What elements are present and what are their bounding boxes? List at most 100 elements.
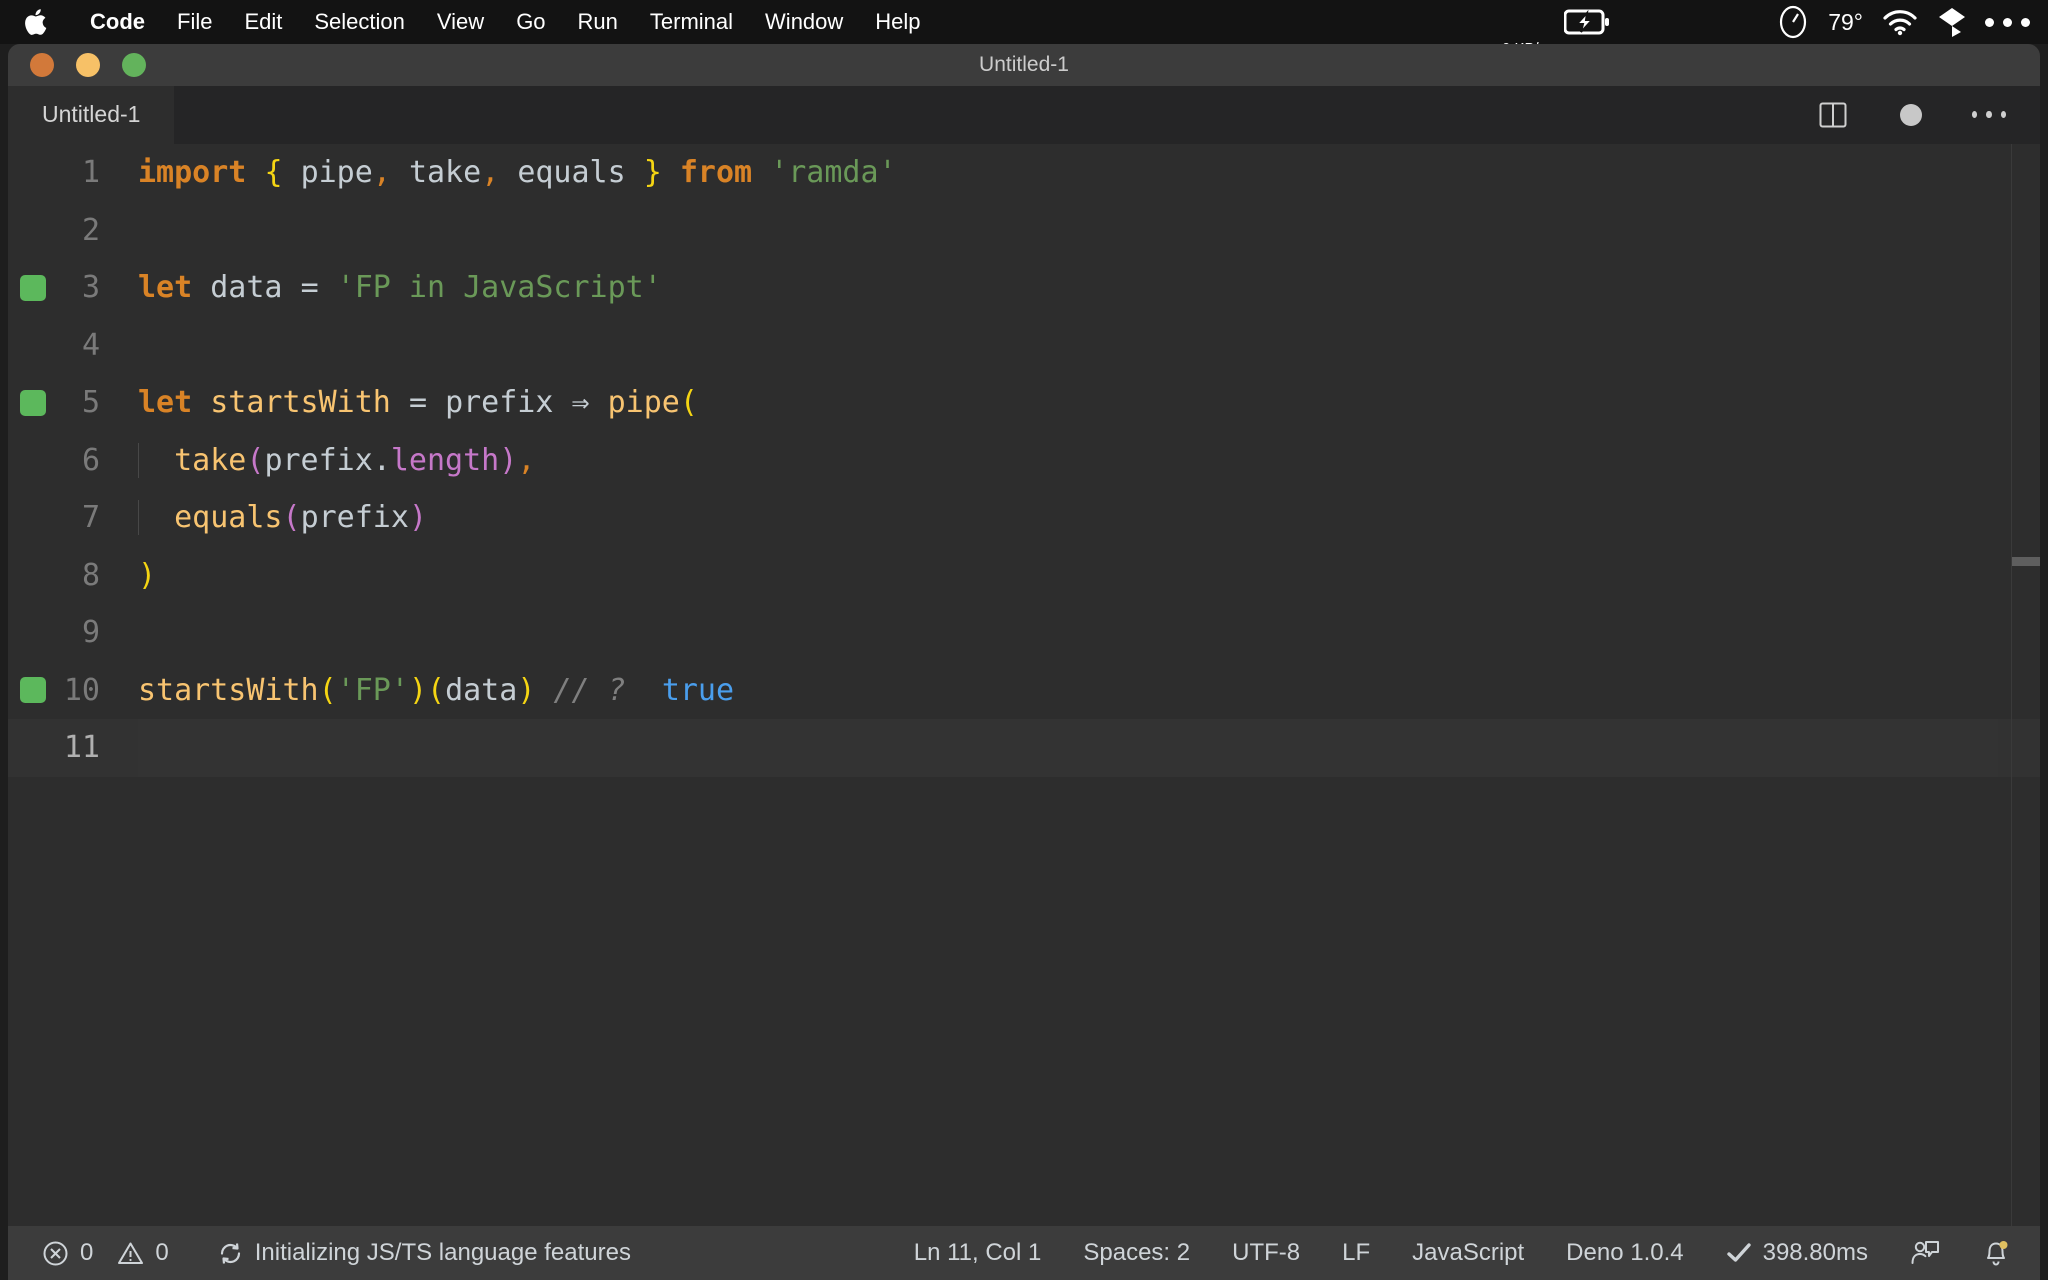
code-line[interactable]: 2 — [8, 202, 2040, 260]
menu-item-go[interactable]: Go — [500, 0, 561, 44]
menu-item-run[interactable]: Run — [562, 0, 634, 44]
menu-item-file[interactable]: File — [161, 0, 228, 44]
code-line[interactable]: 9 — [8, 604, 2040, 662]
code-line-current[interactable]: 11 — [8, 719, 2040, 777]
token-boolean-true: true — [661, 672, 735, 708]
token-paren-close: ) — [499, 442, 518, 478]
status-feedback[interactable] — [1910, 1238, 1940, 1268]
code-line[interactable]: 7 equals(prefix) — [8, 489, 2040, 547]
status-encoding[interactable]: UTF-8 — [1232, 1239, 1300, 1267]
battery-charging-icon[interactable] — [1564, 8, 1610, 36]
token-paren-open: ( — [427, 672, 446, 708]
split-editor-icon[interactable] — [1816, 98, 1850, 132]
code-line[interactable]: 1 import { pipe, take, equals } from 'ra… — [8, 144, 2040, 202]
token-operator-assign: = — [300, 270, 319, 306]
token-paren-open: ( — [282, 500, 301, 536]
vscode-window: Untitled-1 Untitled-1 1 import {pipe, t… — [8, 44, 2040, 1280]
token-operator-assign: = — [408, 385, 427, 421]
wifi-icon[interactable] — [1881, 8, 1919, 36]
status-bar-left: 0 0 Initializing JS/TS language features — [8, 1239, 631, 1267]
token-paren-close: ) — [408, 500, 427, 536]
window-title-bar: Untitled-1 — [8, 44, 2040, 86]
token-paren-open: ( — [679, 385, 698, 421]
token-import-equals: equals — [517, 155, 626, 191]
gutter-change-marker — [20, 389, 46, 416]
line-number: 8 — [81, 557, 100, 593]
status-task-progress[interactable]: Initializing JS/TS language features — [217, 1239, 631, 1267]
line-number: 1 — [81, 155, 100, 191]
token-arg-data: data — [445, 672, 518, 708]
token-paren-open: ( — [318, 672, 337, 708]
code-line[interactable]: 10 startsWith('FP')(data) // ? true — [8, 662, 2040, 720]
line-number: 6 — [81, 442, 100, 478]
tab-untitled-1[interactable]: Untitled-1 — [8, 85, 175, 144]
status-indentation[interactable]: Spaces: 2 — [1083, 1239, 1190, 1267]
token-arg-prefix: prefix — [264, 442, 373, 478]
code-line-text: ) — [138, 558, 156, 593]
token-paren-close: ) — [408, 672, 427, 708]
token-comma: , — [517, 442, 536, 478]
apple-logo-icon[interactable] — [22, 7, 48, 37]
current-line-highlight — [138, 719, 1998, 777]
code-line[interactable]: 5 let startsWith = prefix ⇒ pipe( — [8, 374, 2040, 432]
line-number: 11 — [63, 730, 100, 766]
status-runtime-version[interactable]: Deno 1.0.4 — [1566, 1239, 1683, 1267]
token-paren-close: ) — [138, 557, 157, 593]
menu-item-help[interactable]: Help — [859, 0, 936, 44]
code-line-text: let data = 'FP in JavaScript' — [138, 270, 662, 305]
warning-count: 0 — [155, 1239, 169, 1266]
menu-bar-status-area: 0 KB/s 0 KB/s U: 10.94 GB F: 5.06 GB — [1502, 0, 2048, 63]
menu-item-edit[interactable]: Edit — [228, 0, 298, 44]
code-line[interactable]: 6 take(prefix.length), — [8, 432, 2040, 490]
control-center-icon[interactable] — [1985, 17, 2030, 27]
line-number: 4 — [81, 327, 100, 363]
code-line-text: equals(prefix) — [138, 500, 427, 536]
token-paren-open: ( — [246, 442, 265, 478]
code-line[interactable]: 3 let data = 'FP in JavaScript' — [8, 259, 2040, 317]
token-module-string: 'ramda' — [770, 155, 897, 191]
indent-guide — [138, 500, 139, 536]
token-string-fp: 'FP' — [336, 672, 409, 708]
token-comma: , — [372, 155, 391, 191]
window-title: Untitled-1 — [979, 53, 1069, 76]
gutter-change-marker — [20, 274, 46, 301]
code-editor[interactable]: 1 import { pipe, take, equals } from 'ra… — [8, 144, 2040, 1226]
unsaved-dot-icon[interactable] — [1894, 98, 1928, 132]
menu-item-view[interactable]: View — [421, 0, 500, 44]
status-language-mode[interactable]: JavaScript — [1412, 1239, 1524, 1267]
task-message: Initializing JS/TS language features — [254, 1239, 631, 1266]
editor-tab-bar: Untitled-1 — [8, 85, 2040, 144]
token-function-startswith: startsWith — [138, 672, 319, 708]
token-brace-open: { — [264, 155, 283, 191]
menu-item-selection[interactable]: Selection — [298, 0, 421, 44]
code-line[interactable]: 8 ) — [8, 547, 2040, 605]
token-brace-close: } — [643, 155, 662, 191]
macos-menu-bar: Code File Edit Selection View Go Run Ter… — [0, 0, 2048, 63]
status-problems[interactable]: 0 0 — [42, 1239, 169, 1267]
indent-guide — [138, 442, 139, 478]
menu-item-code[interactable]: Code — [74, 0, 161, 44]
menu-bar-left: Code File Edit Selection View Go Run Ter… — [0, 0, 937, 44]
clock-icon[interactable] — [1776, 5, 1810, 39]
gutter-change-marker — [20, 677, 46, 704]
memory-used-label: U: — [1628, 0, 1650, 1]
code-line[interactable]: 4 — [8, 317, 2040, 375]
line-number: 9 — [81, 615, 100, 651]
status-cursor-position[interactable]: Ln 11, Col 1 — [914, 1239, 1042, 1267]
more-actions-icon[interactable] — [1972, 98, 2006, 132]
status-notifications[interactable] — [1982, 1238, 2010, 1268]
menu-item-terminal[interactable]: Terminal — [634, 0, 749, 44]
temperature-indicator[interactable]: 79° — [1828, 9, 1863, 36]
editor-vertical-scrollbar[interactable] — [2012, 144, 2040, 1226]
menu-item-window[interactable]: Window — [749, 0, 859, 44]
token-comma: , — [481, 155, 500, 191]
dropbox-icon[interactable] — [1937, 6, 1967, 38]
status-eol[interactable]: LF — [1342, 1239, 1370, 1267]
token-param-prefix: prefix — [445, 385, 554, 421]
check-icon — [1726, 1241, 1752, 1265]
feedback-person-icon — [1910, 1238, 1940, 1268]
token-string-value: 'FP in JavaScript' — [336, 270, 662, 306]
token-property-length: length — [390, 442, 500, 478]
status-run-result[interactable]: 398.80ms — [1726, 1239, 1868, 1267]
memory-used-value: 10.94 GB — [1660, 0, 1758, 1]
